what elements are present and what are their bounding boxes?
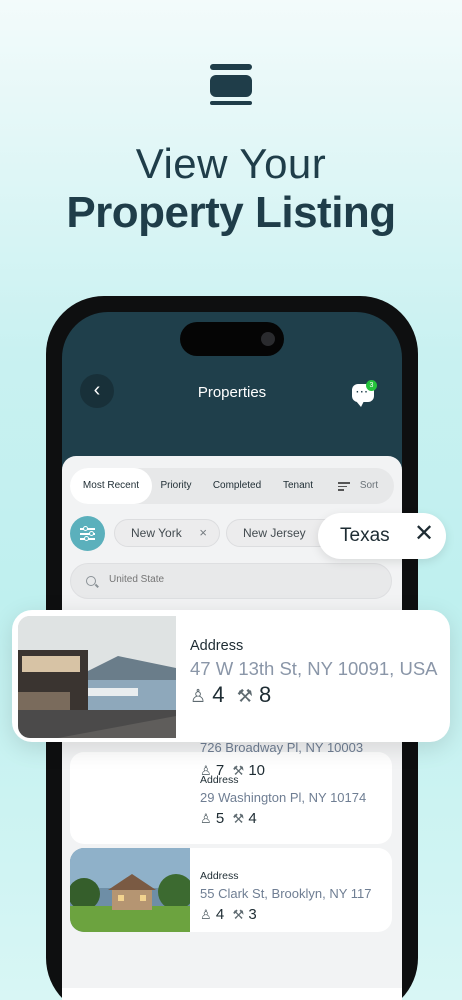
tab-priority[interactable]: Priority [154, 468, 198, 504]
search-input[interactable] [109, 574, 369, 585]
property-photo [70, 848, 194, 932]
person-icon: ♙ [200, 811, 212, 826]
person-icon: ♙ [190, 686, 207, 706]
sort-button[interactable]: Sort [354, 468, 384, 504]
repair-count: 3 [248, 906, 257, 923]
repair-count: 10 [248, 762, 266, 779]
listing-stats: ♙ 4 ⚒ 3 [200, 906, 257, 923]
person-icon: ♙ [200, 763, 212, 778]
tenant-count: 4 [212, 682, 225, 707]
tenant-count: 5 [215, 810, 225, 827]
repair-count: 4 [248, 810, 257, 827]
hero-line-2: Property Listing [66, 188, 396, 237]
tools-icon: ⚒ [236, 686, 253, 706]
app-logo-icon [210, 64, 252, 105]
chip-new-york[interactable]: New York × [114, 519, 220, 547]
person-icon: ♙ [200, 907, 212, 922]
address-value: 47 W 13th St, NY 10091, USA [190, 658, 438, 679]
search-bar[interactable] [70, 563, 392, 599]
tools-icon: ⚒ [232, 811, 245, 826]
listing-card[interactable]: Address 55 Clark St, Brooklyn, NY 117 ♙ … [70, 848, 392, 932]
tab-bar: Most Recent Priority Completed Tenant So… [70, 468, 394, 504]
page-title: Properties [197, 384, 267, 401]
tab-tenant[interactable]: Tenant [276, 468, 320, 504]
tenant-count: 7 [215, 762, 225, 779]
listing-stats: ♙ 5 ⚒ 4 [200, 810, 257, 827]
search-icon [86, 576, 96, 586]
featured-listing-card[interactable]: Address 47 W 13th St, NY 10091, USA ♙ 4 … [12, 610, 450, 742]
property-photo [18, 616, 176, 738]
address-value: 726 Broadway Pl, NY 10003 [200, 740, 364, 755]
address-label: Address [190, 638, 244, 654]
notification-badge: 3 [366, 380, 377, 391]
tab-completed[interactable]: Completed [208, 468, 266, 504]
address-value: 55 Clark St, Brooklyn, NY 117 [200, 886, 372, 901]
tools-icon: ⚒ [232, 907, 245, 922]
repair-count: 8 [259, 682, 272, 707]
bottom-nav-bar [62, 988, 402, 1000]
listing-stats: ♙ 7 ⚒ 10 [200, 762, 265, 779]
hero-line-1: View Your [135, 140, 327, 187]
sort-icon [338, 482, 350, 491]
address-value: 29 Washington Pl, NY 10174 [200, 790, 367, 805]
tab-most-recent[interactable]: Most Recent [70, 468, 152, 504]
chip-label: Texas [340, 525, 390, 546]
close-icon[interactable]: ✕ [414, 519, 434, 548]
chip-label: New York [131, 526, 182, 540]
chip-label: New Jersey [243, 526, 306, 540]
close-icon[interactable]: × [199, 520, 207, 546]
chip-texas[interactable]: Texas ✕ [318, 513, 446, 559]
tenant-count: 4 [215, 906, 225, 923]
address-label: Address [200, 870, 239, 882]
dynamic-island [180, 322, 284, 356]
listing-stats: ♙ 4 ⚒ 8 [190, 682, 271, 708]
filter-button[interactable] [70, 516, 105, 551]
tools-icon: ⚒ [232, 763, 245, 778]
